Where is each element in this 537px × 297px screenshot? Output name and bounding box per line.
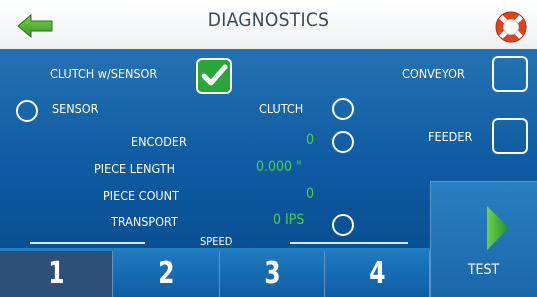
speed-tab-label: 4 bbox=[368, 256, 386, 291]
play-arrow-icon bbox=[487, 206, 509, 250]
page-title: DIAGNOSTICS bbox=[207, 9, 330, 31]
speed-tab-3[interactable]: 3 bbox=[220, 251, 325, 297]
speed-tab-1[interactable]: 1 bbox=[0, 251, 113, 297]
test-button-label: TEST bbox=[467, 262, 500, 278]
speed-divider-left bbox=[30, 242, 145, 244]
clutch-label: CLUTCH bbox=[259, 101, 304, 116]
feeder-label: FEEDER bbox=[428, 129, 473, 144]
back-button[interactable] bbox=[17, 13, 53, 39]
encoder-label: ENCODER bbox=[131, 134, 187, 149]
clutch-with-sensor-checkbox[interactable] bbox=[196, 58, 232, 94]
help-button[interactable] bbox=[494, 10, 528, 44]
header-bar: DIAGNOSTICS bbox=[0, 0, 537, 51]
feeder-checkbox[interactable] bbox=[492, 118, 528, 154]
checkmark-icon bbox=[201, 64, 228, 86]
piece-length-value: 0.000 " bbox=[256, 159, 302, 175]
clutch-radio[interactable] bbox=[332, 98, 354, 120]
test-button[interactable] bbox=[430, 181, 537, 297]
speed-tab-label: 3 bbox=[263, 256, 281, 291]
transport-radio[interactable] bbox=[332, 214, 354, 236]
piece-count-value: 0 bbox=[306, 186, 315, 202]
transport-value: 0 IPS bbox=[273, 212, 305, 228]
sensor-label: SENSOR bbox=[52, 101, 99, 116]
lifebuoy-icon bbox=[495, 11, 527, 43]
conveyor-label: CONVEYOR bbox=[402, 66, 465, 81]
speed-tab-label: 2 bbox=[157, 256, 175, 291]
speed-label: SPEED bbox=[200, 235, 233, 248]
sensor-radio[interactable] bbox=[16, 100, 38, 122]
speed-tab-2[interactable]: 2 bbox=[113, 251, 220, 297]
clutch-with-sensor-label: CLUTCH w/SENSOR bbox=[50, 66, 158, 81]
back-arrow-icon bbox=[17, 13, 53, 39]
speed-tab-4[interactable]: 4 bbox=[325, 251, 430, 297]
speed-tab-label: 1 bbox=[47, 256, 65, 291]
transport-label: TRANSPORT bbox=[111, 214, 178, 229]
piece-length-label: PIECE LENGTH bbox=[94, 161, 176, 176]
encoder-radio[interactable] bbox=[332, 131, 354, 153]
encoder-value: 0 bbox=[306, 132, 315, 148]
piece-count-label: PIECE COUNT bbox=[103, 188, 179, 203]
speed-divider-right bbox=[290, 242, 408, 244]
conveyor-checkbox[interactable] bbox=[492, 56, 528, 92]
